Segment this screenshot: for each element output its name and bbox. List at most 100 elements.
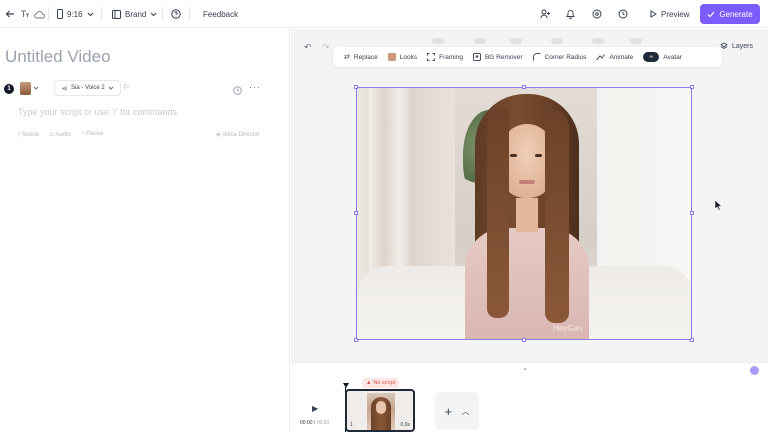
corner-radius-icon [532, 53, 541, 61]
scene-tool-label: Scene [22, 132, 40, 138]
brand-kit-icon [112, 9, 121, 19]
preview-label: Preview [661, 9, 690, 19]
scene-tool-button[interactable]: ⟨ Scene [18, 131, 39, 138]
back-arrow-icon[interactable] [5, 0, 15, 28]
divider [48, 7, 49, 21]
chevron-down-icon [87, 12, 94, 17]
looks-label: Looks [399, 53, 418, 61]
avatar-icon: ∞ [643, 52, 660, 62]
comments-icon[interactable] [592, 0, 602, 28]
aspect-ratio-dropdown[interactable]: 9:16 [57, 0, 94, 28]
avatar-toggle-button[interactable]: ∞ Avatar [638, 47, 687, 67]
divider [162, 7, 163, 21]
play-icon[interactable]: ▶ [312, 404, 318, 413]
animate-label: Animate [609, 53, 634, 61]
chevron-down-icon [33, 86, 39, 90]
redo-icon[interactable]: ↷ [322, 42, 330, 53]
preview-button[interactable]: Preview [642, 5, 697, 23]
chevron-down-icon [108, 86, 114, 90]
looks-button[interactable]: Looks [383, 47, 422, 67]
undo-icon[interactable]: ↶ [304, 42, 312, 53]
script-tools: ⟨ Scene ⊙ Audio ◔ Pause [18, 131, 103, 138]
no-script-label: No script [373, 380, 396, 386]
voice-director-button[interactable]: ◈ Voice Director [216, 131, 260, 138]
plus-icon: + [444, 403, 453, 419]
scene-number-badge: 1 [4, 84, 14, 94]
resize-handle[interactable] [354, 85, 358, 89]
mouse-cursor-icon [714, 198, 723, 216]
corner-radius-button[interactable]: Corner Radius [528, 47, 592, 67]
replace-button[interactable]: ⇄ Replace [339, 47, 383, 67]
avatar-thumbnail [20, 81, 31, 95]
pause-tool-button[interactable]: ◔ Pause [81, 131, 103, 138]
pause-tool-label: Pause [86, 131, 104, 137]
warning-icon: ▲ [366, 380, 372, 386]
resize-handle[interactable] [690, 85, 694, 89]
history-icon[interactable] [618, 0, 628, 28]
video-title[interactable]: Untitled Video [5, 47, 111, 67]
toolbar-ghost [630, 38, 642, 44]
resize-handle[interactable] [522, 85, 526, 89]
timer-icon[interactable] [233, 82, 242, 100]
layers-button[interactable]: Layers [720, 42, 753, 50]
audio-tool-label: Audio [55, 132, 71, 138]
voice-director-label: Voice Director [222, 132, 260, 138]
replace-icon: ⇄ [344, 54, 350, 61]
cloud-save-icon[interactable] [34, 0, 45, 28]
element-toolbar: ⇄ Replace Looks Framing BG Remover Corne… [333, 47, 722, 67]
avatar-video-frame[interactable]: HeyGen [356, 87, 692, 340]
framing-icon [427, 53, 436, 61]
text-formatting-icon[interactable] [20, 0, 30, 28]
generate-button[interactable]: Generate [700, 4, 760, 24]
chevron-up-icon: ︿ [461, 406, 470, 416]
feedback-button[interactable]: Feedback [203, 0, 238, 28]
audio-tool-button[interactable]: ⊙ Audio [49, 131, 71, 138]
divider [101, 7, 102, 21]
bg-remover-button[interactable]: BG Remover [468, 47, 528, 67]
layers-label: Layers [732, 42, 754, 50]
play-scene-icon[interactable]: ▷ [124, 82, 129, 90]
no-script-warning: ▲ No script [362, 378, 400, 388]
voice-label: Sia - Voice 2 [71, 85, 105, 91]
toolbar-ghost [474, 38, 486, 44]
toolbar-ghost [551, 38, 563, 44]
check-icon [707, 11, 715, 18]
animate-icon [596, 53, 606, 61]
framing-label: Framing [439, 53, 463, 61]
add-collaborator-icon[interactable] [540, 0, 551, 28]
resize-handle[interactable] [690, 338, 694, 342]
toolbar-ghost [432, 38, 444, 44]
resize-handle[interactable] [354, 338, 358, 342]
aspect-ratio-label: 9:16 [67, 9, 83, 19]
chevron-down-icon [150, 12, 157, 17]
clip-duration: 0.0s [400, 422, 410, 428]
playhead[interactable] [343, 383, 349, 388]
brand-dropdown[interactable]: Brand [112, 0, 157, 28]
notification-bell-icon[interactable] [566, 0, 575, 28]
voice-selector[interactable]: Sia - Voice 2 [54, 80, 121, 96]
animate-button[interactable]: Animate [591, 47, 638, 67]
time-readout: 00:00 / 00:00 [300, 420, 330, 426]
resize-handle[interactable] [690, 211, 694, 215]
scene-clip[interactable]: 1 0.0s [345, 389, 415, 432]
add-scene-button[interactable]: + ︿ [435, 392, 479, 430]
phone-icon [57, 9, 63, 19]
collapse-timeline-icon[interactable]: ⌄ [518, 363, 532, 373]
framing-button[interactable]: Framing [422, 47, 468, 67]
resize-handle[interactable] [522, 338, 526, 342]
scene-avatar-selector[interactable] [20, 80, 46, 96]
watermark: HeyGen [553, 324, 583, 333]
brand-label: Brand [125, 9, 147, 19]
top-bar: 9:16 Brand Feedback Preview Generate [0, 0, 768, 28]
more-options-icon[interactable]: ··· [249, 82, 261, 92]
script-input[interactable]: Type your script or use '/' for commands [18, 107, 177, 117]
avatar-eye [535, 154, 542, 157]
avatar-neck [516, 198, 538, 232]
resize-handle[interactable] [354, 211, 358, 215]
clip-number: 1 [350, 422, 353, 428]
help-icon[interactable] [171, 0, 181, 28]
avatar-hair-strand [487, 108, 509, 318]
clip-thumbnail-face [376, 401, 386, 414]
bg-remover-label: BG Remover [484, 53, 523, 61]
assistant-icon[interactable] [750, 366, 759, 375]
